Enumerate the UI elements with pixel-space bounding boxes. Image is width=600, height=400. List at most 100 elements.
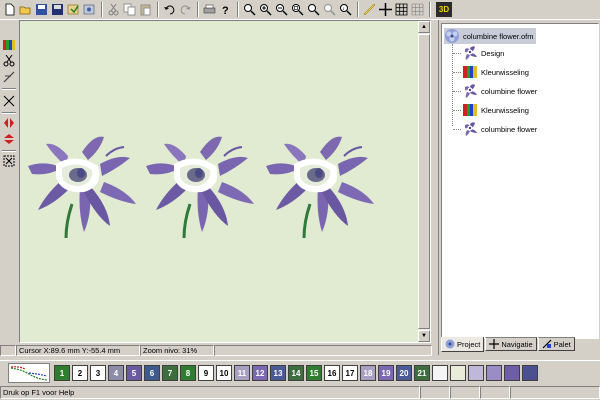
main-toolbar: ? 1 3D: [0, 0, 600, 20]
needle-icon[interactable]: [2, 70, 16, 84]
scissors-icon[interactable]: [2, 54, 16, 68]
tab-palet[interactable]: Palet: [537, 337, 575, 351]
crosshair-icon[interactable]: [378, 2, 393, 18]
thread-swatch[interactable]: 14: [288, 365, 304, 381]
thread-swatch[interactable]: [432, 365, 448, 381]
thread-swatch[interactable]: 19: [378, 365, 394, 381]
tree-root-file[interactable]: columbine flower.ofm: [444, 28, 537, 44]
print-icon[interactable]: [202, 2, 217, 18]
mirror-icon[interactable]: [2, 94, 16, 108]
thread-sequence-preview-icon[interactable]: [8, 363, 50, 383]
thread-swatch[interactable]: 21: [414, 365, 430, 381]
save-icon[interactable]: [50, 2, 65, 18]
thread-swatch[interactable]: [504, 365, 520, 381]
zoom-minus-icon[interactable]: [274, 2, 289, 18]
project-panel: columbine flower.ofm Design Kleurwisseli…: [438, 20, 600, 355]
columbine-flower[interactable]: [26, 134, 138, 248]
thread-swatch[interactable]: [450, 365, 466, 381]
tree-item-color-change[interactable]: Kleurwisseling: [462, 64, 529, 80]
tree-item-flower[interactable]: columbine flower: [462, 121, 537, 137]
tab-navigatie[interactable]: Navigatie: [485, 337, 537, 351]
thread-swatch[interactable]: 3: [90, 365, 106, 381]
flip-vertical-icon[interactable]: [2, 132, 16, 146]
thread-swatch[interactable]: 20: [396, 365, 412, 381]
flower-icon: [445, 29, 459, 43]
flip-horizontal-icon[interactable]: [2, 116, 16, 130]
cut-icon[interactable]: [106, 2, 121, 18]
thread-swatch[interactable]: 13: [270, 365, 286, 381]
open-icon[interactable]: [18, 2, 33, 18]
thread-swatch[interactable]: 18: [360, 365, 376, 381]
thread-swatch[interactable]: [486, 365, 502, 381]
thread-swatch[interactable]: [468, 365, 484, 381]
design-canvas-frame: ▲ ▼: [19, 20, 431, 343]
zoom-plus-icon[interactable]: [258, 2, 273, 18]
hoop-icon[interactable]: [410, 2, 425, 18]
scroll-up-icon[interactable]: ▲: [418, 21, 430, 33]
thread-swatch[interactable]: [522, 365, 538, 381]
left-tool-strip: [0, 20, 18, 343]
zoom-100-icon[interactable]: 1: [338, 2, 353, 18]
new-icon[interactable]: [2, 2, 17, 18]
zoom-in-icon[interactable]: [242, 2, 257, 18]
columbine-flower[interactable]: [264, 134, 376, 248]
copy-icon[interactable]: [122, 2, 137, 18]
thread-swatch[interactable]: 4: [108, 365, 124, 381]
design-canvas[interactable]: [20, 21, 418, 342]
grid-icon[interactable]: [394, 2, 409, 18]
zoom-all-icon[interactable]: [322, 2, 337, 18]
tree-connector: [453, 91, 461, 92]
zoom-level: Zoom nivo: 31%: [140, 344, 214, 356]
status-panel: [450, 386, 480, 399]
tree-item-color-change[interactable]: Kleurwisseling: [462, 102, 529, 118]
3d-view-button[interactable]: 3D: [436, 2, 452, 17]
export-icon[interactable]: [82, 2, 97, 18]
paste-icon[interactable]: [138, 2, 153, 18]
panel-tabs: Project Navigatie Palet: [441, 337, 599, 352]
scroll-down-icon[interactable]: ▼: [418, 330, 430, 342]
tab-project[interactable]: Project: [441, 337, 485, 352]
tree-item-design[interactable]: Design: [462, 45, 504, 61]
select-area-icon[interactable]: [2, 154, 16, 168]
help-icon[interactable]: ?: [218, 2, 233, 18]
thread-palette-bar: 1 2 3 4 5 6 7 8 9 10 11 12 13 14 15 16 17 18 19 20 21: [0, 360, 600, 384]
tree-item-flower[interactable]: columbine flower: [462, 83, 537, 99]
columbine-flower[interactable]: [144, 134, 256, 248]
save-as-icon[interactable]: [34, 2, 49, 18]
zoom-fit-icon[interactable]: [306, 2, 321, 18]
tree-connector: [453, 72, 461, 73]
status-panel: [510, 386, 600, 399]
redo-icon[interactable]: [178, 2, 193, 18]
ruler-icon[interactable]: [362, 2, 377, 18]
thread-swatch[interactable]: 8: [180, 365, 196, 381]
thread-swatch[interactable]: 12: [252, 365, 268, 381]
project-tree: columbine flower.ofm Design Kleurwisseli…: [441, 23, 599, 339]
flower-icon: [465, 122, 477, 136]
flower-icon: [445, 339, 455, 349]
tree-root-label: columbine flower.ofm: [463, 31, 534, 41]
thread-swatch[interactable]: 5: [126, 365, 142, 381]
tree-item-label: Kleurwisseling: [481, 67, 529, 77]
vertical-scrollbar[interactable]: ▲ ▼: [418, 21, 430, 342]
thread-swatch[interactable]: 11: [234, 365, 250, 381]
thread-swatch[interactable]: 2: [72, 365, 88, 381]
toolbar-separator: [157, 2, 159, 17]
palette-icon: [542, 339, 552, 349]
thread-swatch[interactable]: 17: [342, 365, 358, 381]
flower-icon: [465, 46, 477, 60]
thread-swatch[interactable]: 6: [144, 365, 160, 381]
zoom-window-icon[interactable]: [290, 2, 305, 18]
thread-swatch[interactable]: 16: [324, 365, 340, 381]
thread-swatch[interactable]: 10: [216, 365, 232, 381]
import-icon[interactable]: [66, 2, 81, 18]
status-spacer: [0, 344, 16, 356]
thread-swatch[interactable]: 9: [198, 365, 214, 381]
thread-swatch[interactable]: 7: [162, 365, 178, 381]
scroll-thumb[interactable]: [418, 34, 430, 329]
thread-swatch[interactable]: 15: [306, 365, 322, 381]
color-change-tool-icon[interactable]: [2, 38, 16, 52]
thread-swatch[interactable]: 1: [54, 365, 70, 381]
toolbar-separator: [357, 2, 359, 17]
undo-icon[interactable]: [162, 2, 177, 18]
toolbar-separator: [237, 2, 239, 17]
